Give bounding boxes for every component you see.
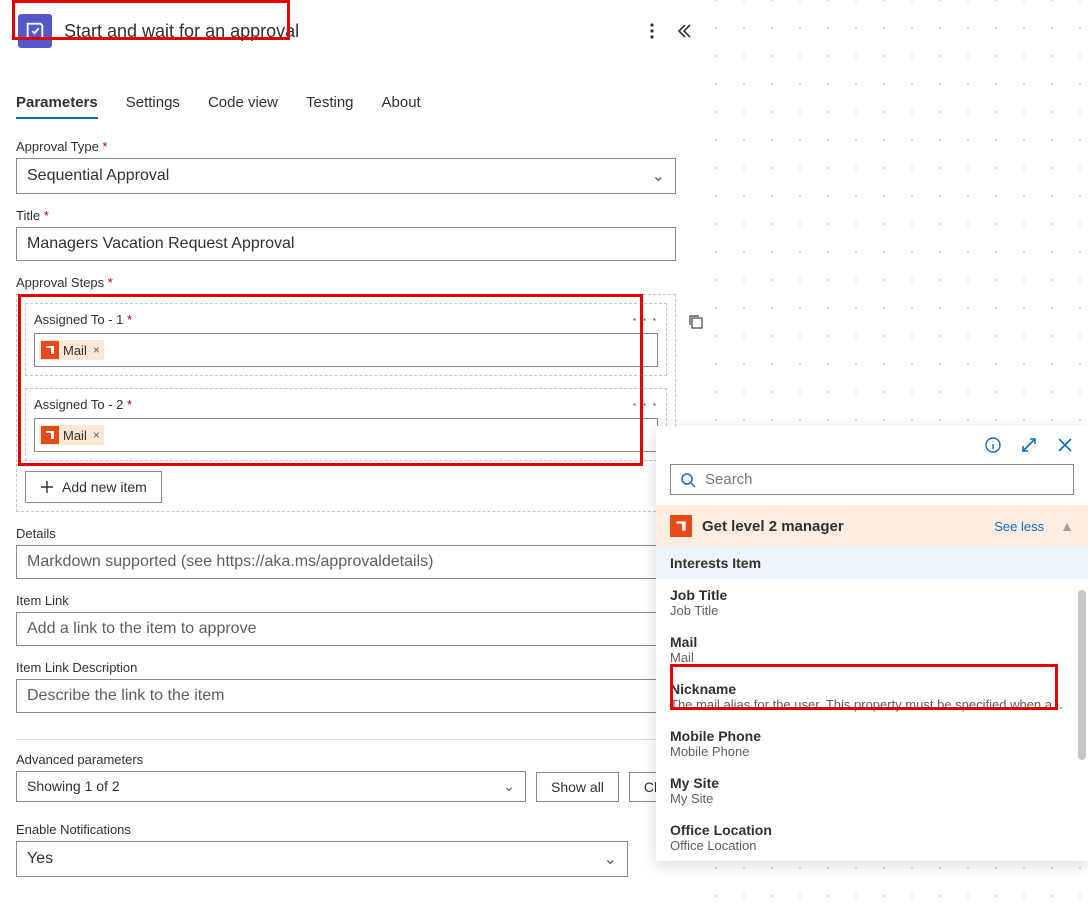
- flyout-item-my-site[interactable]: My Site My Site: [656, 767, 1088, 814]
- chevron-down-icon: ⌄: [503, 778, 515, 795]
- close-icon[interactable]: [1056, 436, 1074, 454]
- remove-token-icon[interactable]: ×: [93, 428, 100, 442]
- flyout-item-office-location[interactable]: Office Location Office Location: [656, 814, 1088, 861]
- panel-title: Start and wait for an approval: [64, 21, 630, 42]
- add-new-item-button[interactable]: Add new item: [25, 471, 162, 503]
- title-label: Title: [16, 208, 696, 223]
- office-icon: [670, 515, 692, 537]
- tab-parameters[interactable]: Parameters: [16, 88, 98, 119]
- assigned-to-1-input[interactable]: Mail ×: [34, 333, 658, 367]
- office-icon: [41, 341, 59, 359]
- item-link-desc-input[interactable]: [16, 679, 676, 713]
- assigned-to-2-input[interactable]: Mail ×: [34, 418, 658, 452]
- see-less-link[interactable]: See less: [994, 519, 1044, 534]
- approval-type-label: Approval Type: [16, 139, 696, 154]
- approval-step-2: Assigned To - 2 · · · Mail ×: [25, 388, 667, 461]
- details-input[interactable]: [16, 545, 676, 579]
- info-icon[interactable]: [984, 436, 1002, 454]
- dynamic-content-flyout: Get level 2 manager See less ▲ Interests…: [656, 426, 1088, 861]
- flyout-item-interests[interactable]: Interests Item: [656, 547, 1088, 579]
- panel-tabs: Parameters Settings Code view Testing Ab…: [16, 88, 696, 119]
- flyout-item-mail[interactable]: Mail Mail: [656, 626, 1088, 673]
- divider: [16, 739, 676, 740]
- tab-code-view[interactable]: Code view: [208, 88, 278, 119]
- duplicate-icon[interactable]: [687, 313, 707, 333]
- flyout-search-input[interactable]: [670, 464, 1074, 495]
- tab-settings[interactable]: Settings: [126, 88, 180, 119]
- enable-notifications-select[interactable]: Yes ⌄: [16, 841, 628, 877]
- show-all-button[interactable]: Show all: [536, 772, 619, 802]
- item-link-desc-label: Item Link Description: [16, 660, 696, 675]
- search-icon: [680, 472, 696, 488]
- title-input[interactable]: [16, 227, 676, 261]
- step-2-menu[interactable]: · · ·: [633, 397, 658, 412]
- approval-step-1: Assigned To - 1 · · · Mail ×: [25, 303, 667, 376]
- chevron-down-icon: ⌄: [652, 166, 665, 186]
- tab-about[interactable]: About: [382, 88, 421, 119]
- collapse-triangle-icon[interactable]: ▲: [1060, 518, 1074, 534]
- expand-icon[interactable]: [1020, 436, 1038, 454]
- flyout-item-nickname[interactable]: Nickname The mail alias for the user. Th…: [656, 673, 1088, 720]
- kebab-menu-icon[interactable]: [642, 21, 662, 41]
- flyout-group-header[interactable]: Get level 2 manager See less ▲: [656, 505, 1088, 547]
- remove-token-icon[interactable]: ×: [93, 343, 100, 357]
- advanced-params-label: Advanced parameters: [16, 752, 696, 767]
- flyout-item-job-title[interactable]: Job Title Job Title: [656, 579, 1088, 626]
- approval-action-icon: [18, 14, 52, 48]
- chevron-down-icon: ⌄: [604, 849, 617, 869]
- mail-token[interactable]: Mail ×: [39, 340, 104, 360]
- approval-type-select[interactable]: Sequential Approval ⌄: [16, 158, 676, 194]
- collapse-panel-icon[interactable]: [674, 21, 694, 41]
- advanced-params-select[interactable]: Showing 1 of 2 ⌄: [16, 771, 526, 802]
- tab-testing[interactable]: Testing: [306, 88, 354, 119]
- step-1-menu[interactable]: · · ·: [633, 312, 658, 327]
- mail-token[interactable]: Mail ×: [39, 425, 104, 445]
- flyout-scrollbar[interactable]: [1078, 590, 1086, 760]
- flyout-item-mobile-phone[interactable]: Mobile Phone Mobile Phone: [656, 720, 1088, 767]
- approval-steps-label: Approval Steps: [16, 275, 696, 290]
- enable-notifications-label: Enable Notifications: [16, 822, 696, 837]
- item-link-input[interactable]: [16, 612, 676, 646]
- details-label: Details: [16, 526, 696, 541]
- office-icon: [41, 426, 59, 444]
- action-config-panel: Start and wait for an approval Parameter…: [0, 0, 712, 893]
- item-link-label: Item Link: [16, 593, 696, 608]
- approval-steps-container: Assigned To - 1 · · · Mail × Assigned To…: [16, 294, 676, 512]
